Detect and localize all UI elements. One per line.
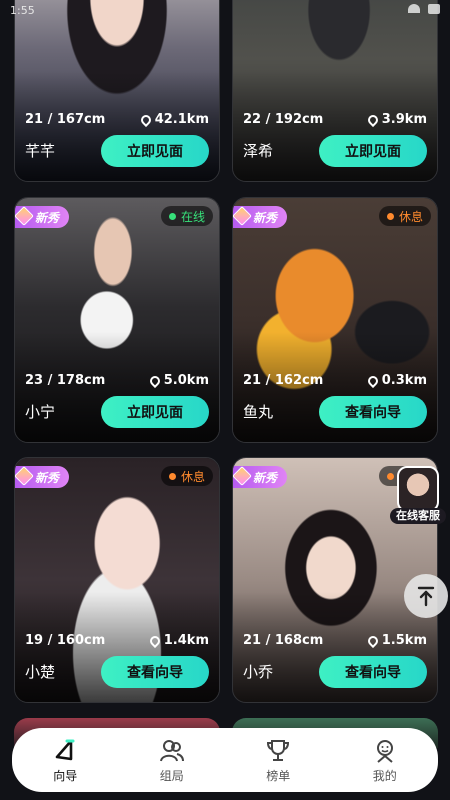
view-guide-button[interactable]: 查看向导 xyxy=(319,656,427,688)
guide-name: 小宁 xyxy=(25,403,56,421)
guide-name: 泽希 xyxy=(243,142,274,160)
location-pin-icon xyxy=(147,373,162,388)
group-icon xyxy=(159,739,184,761)
status-icons xyxy=(408,4,440,14)
bottom-tab-bar: 向导 组局 榜单 我的 xyxy=(12,728,438,792)
guide-card[interactable]: 新秀 休息 21 / 162cm 0.3km 鱼丸 查看向导 xyxy=(232,197,438,443)
distance: 42.1km xyxy=(154,112,209,127)
guide-name: 小乔 xyxy=(243,663,274,681)
guide-card[interactable]: 新秀 在线 23 / 178cm 5.0km 小宁 立即见面 xyxy=(14,197,220,443)
diamond-icon xyxy=(233,466,252,486)
tab-group[interactable]: 组局 xyxy=(137,737,207,784)
location-pin-icon xyxy=(138,112,153,127)
age-height: 22 / 192cm xyxy=(243,112,324,127)
scroll-to-top-button[interactable] xyxy=(404,574,448,618)
meet-now-button[interactable]: 立即见面 xyxy=(101,135,209,167)
diamond-icon xyxy=(233,206,252,226)
distance: 3.9km xyxy=(381,112,427,127)
age-height: 19 / 160cm xyxy=(25,633,106,648)
trophy-icon xyxy=(267,739,290,761)
guide-card[interactable]: 21 / 167cm 42.1km 芊芊 立即见面 xyxy=(14,0,220,182)
guide-stats: 22 / 192cm 3.9km xyxy=(243,112,427,127)
age-height: 21 / 162cm xyxy=(243,373,324,388)
customer-service-label: 在线客服 xyxy=(390,508,446,524)
new-badge: 新秀 xyxy=(233,466,288,488)
age-height: 21 / 168cm xyxy=(243,633,324,648)
guide-stats: 21 / 167cm 42.1km xyxy=(25,112,209,127)
tab-ranking[interactable]: 榜单 xyxy=(243,737,313,784)
rest-status: 休息 xyxy=(160,466,213,486)
age-height: 21 / 167cm xyxy=(25,112,106,127)
online-status: 在线 xyxy=(160,206,213,226)
guide-card[interactable]: 新秀 休息 19 / 160cm 1.4km 小楚 查看向导 xyxy=(14,457,220,703)
guide-name: 小楚 xyxy=(25,663,56,681)
guide-card[interactable]: 22 / 192cm 3.9km 泽希 立即见面 xyxy=(232,0,438,182)
battery-icon xyxy=(428,4,440,14)
wifi-icon xyxy=(408,4,420,13)
guide-name: 鱼丸 xyxy=(243,403,274,421)
view-guide-button[interactable]: 查看向导 xyxy=(319,396,427,428)
location-pin-icon xyxy=(365,373,380,388)
distance: 1.5km xyxy=(381,633,427,648)
diamond-icon xyxy=(15,466,34,486)
location-pin-icon xyxy=(147,633,162,648)
distance: 0.3km xyxy=(381,373,427,388)
status-bar: 1:55 xyxy=(0,0,450,22)
arrow-up-to-top-icon xyxy=(417,586,435,607)
guide-name: 芊芊 xyxy=(25,142,56,160)
guide-stats: 19 / 160cm 1.4km xyxy=(25,633,209,648)
guide-grid: 21 / 167cm 42.1km 芊芊 立即见面 22 / 192cm 3.9… xyxy=(0,0,450,800)
new-badge: 新秀 xyxy=(233,206,288,228)
guide-arrow-icon xyxy=(55,739,75,760)
location-pin-icon xyxy=(365,112,380,127)
distance: 1.4km xyxy=(163,633,209,648)
customer-service-avatar xyxy=(397,466,439,512)
customer-service-button[interactable]: 在线客服 xyxy=(390,466,446,530)
location-pin-icon xyxy=(365,633,380,648)
profile-icon xyxy=(376,739,393,763)
status-time: 1:55 xyxy=(10,4,35,17)
guide-stats: 21 / 168cm 1.5km xyxy=(243,633,427,648)
meet-now-button[interactable]: 立即见面 xyxy=(319,135,427,167)
tab-guide[interactable]: 向导 xyxy=(30,737,100,784)
diamond-icon xyxy=(15,206,34,226)
age-height: 23 / 178cm xyxy=(25,373,106,388)
view-guide-button[interactable]: 查看向导 xyxy=(101,656,209,688)
distance: 5.0km xyxy=(163,373,209,388)
guide-stats: 23 / 178cm 5.0km xyxy=(25,373,209,388)
tab-profile[interactable]: 我的 xyxy=(350,737,420,784)
new-badge: 新秀 xyxy=(15,466,70,488)
new-badge: 新秀 xyxy=(15,206,70,228)
guide-stats: 21 / 162cm 0.3km xyxy=(243,373,427,388)
meet-now-button[interactable]: 立即见面 xyxy=(101,396,209,428)
rest-status: 休息 xyxy=(378,206,431,226)
